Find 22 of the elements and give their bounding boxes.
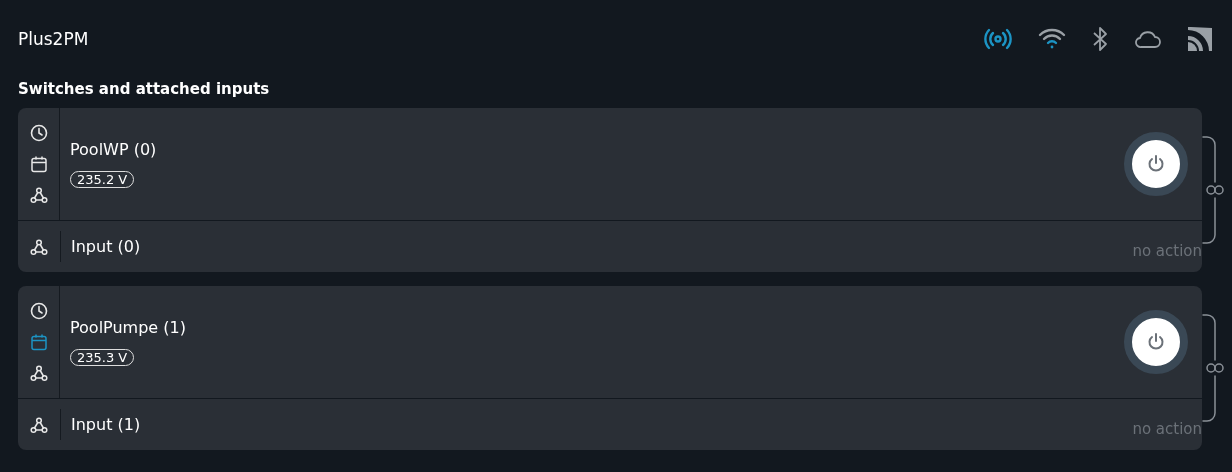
input-action: no action bbox=[1132, 420, 1202, 440]
clock-icon[interactable] bbox=[29, 302, 48, 321]
webhook-icon[interactable] bbox=[29, 363, 48, 382]
switch-name: PoolPumpe (1) bbox=[70, 318, 187, 337]
webhook-icon[interactable] bbox=[29, 185, 48, 204]
broadcast-icon[interactable] bbox=[984, 28, 1012, 50]
power-icon bbox=[1146, 332, 1166, 352]
device-title: Plus2PM bbox=[18, 29, 89, 49]
cloud-icon[interactable] bbox=[1134, 29, 1162, 49]
switch-name: PoolWP (0) bbox=[70, 140, 158, 159]
input-name: Input (0) bbox=[71, 236, 142, 258]
webhook-icon[interactable] bbox=[30, 415, 48, 434]
signal-feed-icon[interactable] bbox=[1188, 27, 1212, 51]
bluetooth-icon[interactable] bbox=[1092, 26, 1108, 52]
clock-icon[interactable] bbox=[29, 124, 48, 143]
calendar-icon[interactable] bbox=[29, 155, 48, 173]
webhook-icon[interactable] bbox=[30, 237, 48, 256]
power-icon bbox=[1146, 154, 1166, 174]
section-title: Switches and attached inputs bbox=[18, 80, 271, 98]
input-action: no action bbox=[1132, 242, 1202, 262]
wifi-icon[interactable] bbox=[1038, 28, 1066, 50]
input-name: Input (1) bbox=[71, 414, 142, 436]
